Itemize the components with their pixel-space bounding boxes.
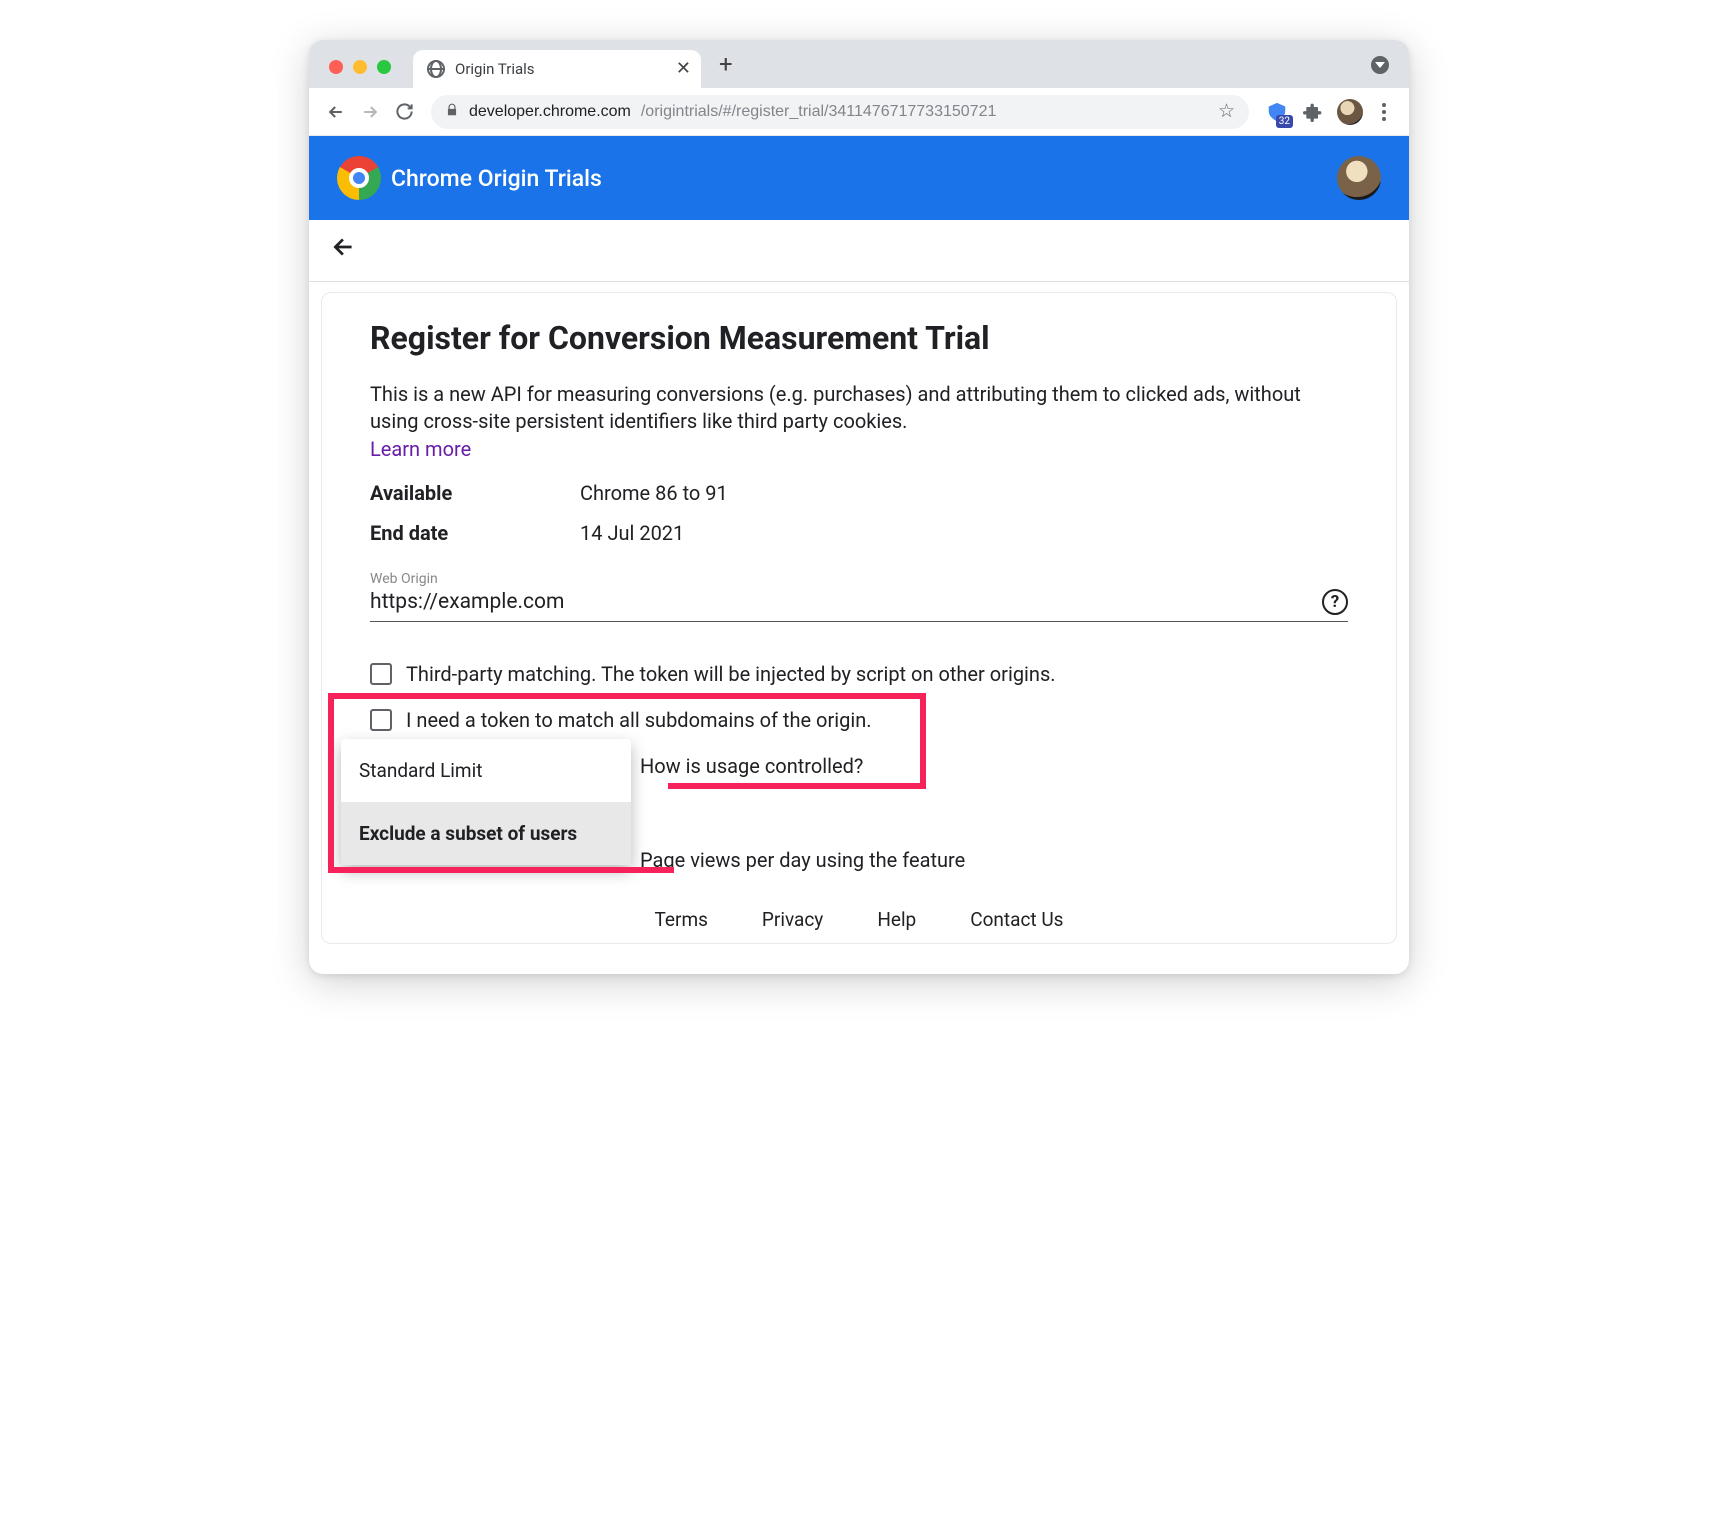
extension-button[interactable]: 32 xyxy=(1263,98,1291,126)
registration-card: Register for Conversion Measurement Tria… xyxy=(321,292,1397,944)
footer-contact[interactable]: Contact Us xyxy=(970,908,1063,931)
reload-button[interactable] xyxy=(387,95,421,129)
subdomain-label: I need a token to match all subdomains o… xyxy=(406,708,872,732)
bookmark-star-icon[interactable]: ☆ xyxy=(1218,100,1235,123)
learn-more-link[interactable]: Learn more xyxy=(370,437,471,461)
third-party-checkbox[interactable] xyxy=(370,663,392,685)
profile-avatar-small[interactable] xyxy=(1337,99,1363,125)
minimize-window-button[interactable] xyxy=(353,60,367,74)
meta-row-end-date: End date 14 Jul 2021 xyxy=(370,521,1348,545)
address-bar[interactable]: developer.chrome.com/origintrials/#/regi… xyxy=(431,95,1249,129)
browser-tab[interactable]: Origin Trials ✕ xyxy=(413,50,701,88)
browser-toolbar: developer.chrome.com/origintrials/#/regi… xyxy=(309,88,1409,136)
meta-table: Available Chrome 86 to 91 End date 14 Ju… xyxy=(370,481,1348,545)
url-host: developer.chrome.com xyxy=(469,103,631,121)
subdomain-checkbox-row: I need a token to match all subdomains o… xyxy=(370,708,1348,732)
subdomain-checkbox[interactable] xyxy=(370,709,392,731)
usage-stat-label: Page views per day using the feature xyxy=(640,848,1348,872)
footer-links: Terms Privacy Help Contact Us xyxy=(370,908,1348,931)
footer-help[interactable]: Help xyxy=(877,908,916,931)
extensions-menu-icon[interactable] xyxy=(1299,98,1327,126)
web-origin-input[interactable] xyxy=(370,590,1322,614)
page-back-bar xyxy=(309,220,1409,282)
web-origin-field: Web Origin ? xyxy=(370,571,1348,622)
third-party-label: Third-party matching. The token will be … xyxy=(406,662,1056,686)
description: This is a new API for measuring conversi… xyxy=(370,381,1348,435)
usage-restrictions-dropdown[interactable]: Standard Limit Exclude a subset of users xyxy=(341,739,631,865)
window-controls xyxy=(329,60,391,74)
tab-list-menu-icon[interactable] xyxy=(1371,56,1389,74)
help-icon[interactable]: ? xyxy=(1322,589,1348,615)
globe-icon xyxy=(427,60,445,78)
tab-strip: Origin Trials ✕ + xyxy=(309,40,1409,88)
usage-control-question: How is usage controlled? xyxy=(640,754,1348,778)
maximize-window-button[interactable] xyxy=(377,60,391,74)
lock-icon xyxy=(445,103,459,120)
checkbox-group: Third-party matching. The token will be … xyxy=(370,662,1348,732)
third-party-checkbox-row: Third-party matching. The token will be … xyxy=(370,662,1348,686)
browser-menu-icon[interactable] xyxy=(1369,103,1399,121)
footer-terms[interactable]: Terms xyxy=(655,908,708,931)
end-date-label: End date xyxy=(370,521,580,545)
web-origin-label: Web Origin xyxy=(370,571,1348,587)
page-back-button[interactable] xyxy=(331,234,357,267)
available-value: Chrome 86 to 91 xyxy=(580,481,728,505)
dropdown-option-standard[interactable]: Standard Limit xyxy=(341,739,631,802)
close-window-button[interactable] xyxy=(329,60,343,74)
content: Register for Conversion Measurement Tria… xyxy=(309,282,1409,974)
extension-badge: 32 xyxy=(1276,115,1293,128)
page-title: Register for Conversion Measurement Tria… xyxy=(370,319,1348,357)
available-label: Available xyxy=(370,481,580,505)
dropdown-option-exclude[interactable]: Exclude a subset of users xyxy=(341,802,631,865)
new-tab-button[interactable]: + xyxy=(719,50,733,78)
meta-row-available: Available Chrome 86 to 91 xyxy=(370,481,1348,505)
app-header: Chrome Origin Trials xyxy=(309,136,1409,220)
chrome-logo-icon xyxy=(337,156,381,200)
back-button[interactable] xyxy=(319,95,353,129)
account-avatar[interactable] xyxy=(1337,156,1381,200)
url-path: /origintrials/#/register_trial/341147671… xyxy=(641,103,997,121)
footer-privacy[interactable]: Privacy xyxy=(762,908,823,931)
app-title: Chrome Origin Trials xyxy=(391,165,602,192)
close-tab-icon[interactable]: ✕ xyxy=(676,60,691,78)
end-date-value: 14 Jul 2021 xyxy=(580,521,684,545)
tab-title: Origin Trials xyxy=(455,60,535,78)
browser-window: Origin Trials ✕ + developer.chrome.com/o… xyxy=(309,40,1409,974)
forward-button[interactable] xyxy=(353,95,387,129)
